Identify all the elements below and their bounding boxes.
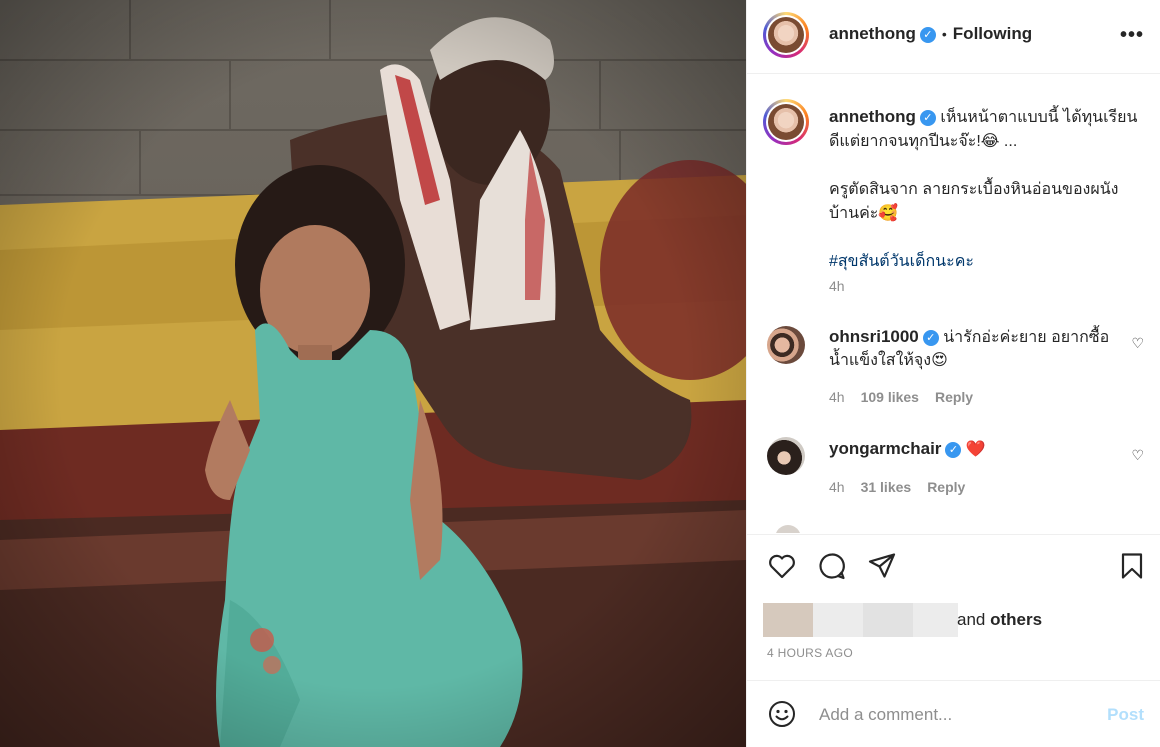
blurred-avatar: [863, 603, 913, 637]
comment-body-line2: น้ำแข็งใสให้จุง😍: [829, 352, 948, 369]
post-comment-button[interactable]: Post: [1107, 705, 1144, 725]
comment-meta: 4h 109 likes Reply: [829, 389, 989, 405]
separator-dot: •: [941, 26, 947, 42]
liked-by-text: and others: [957, 610, 1042, 630]
verified-badge-icon: ✓: [919, 109, 936, 126]
comment-text: ohnsri1000 ✓ น่ารักอ่ะค่ะยาย อยากซื้อ น้ำ…: [829, 325, 1119, 372]
like-comment-heart-icon[interactable]: ♡: [1131, 335, 1144, 352]
blurred-avatar: [763, 603, 813, 637]
comment-time[interactable]: 4h: [829, 389, 845, 405]
commenter-avatar[interactable]: [775, 525, 801, 533]
add-comment-bar: Post: [747, 680, 1160, 747]
post-photo-image: [0, 0, 746, 747]
caption-text-line2: ดีแต่ยากจนทุกปีนะจ๊ะ!😂 ...: [829, 133, 1018, 150]
post-photo[interactable]: [0, 0, 746, 747]
comment-icon[interactable]: [817, 551, 847, 581]
reply-button[interactable]: Reply: [935, 389, 973, 405]
post-header: annethong ✓ • Following •••: [747, 0, 1160, 74]
bookmark-icon[interactable]: [1117, 551, 1147, 581]
header-user-line: annethong ✓ • Following: [829, 24, 1032, 44]
comment-body-line1: ❤️: [965, 441, 986, 458]
caption-text-line4: บ้านค่ะ🥰: [829, 205, 899, 222]
caption-hashtag-link[interactable]: #สุขสันต์วันเด็กนะคะ: [829, 250, 1139, 274]
caption-username[interactable]: annethong: [829, 107, 916, 126]
comment-body-line1: น่ารักอ่ะค่ะยาย อยากซื้อ: [943, 329, 1110, 346]
avatar-image: [768, 104, 804, 140]
author-username[interactable]: annethong: [829, 24, 916, 43]
comment-input[interactable]: [817, 701, 1091, 729]
blurred-avatar: [813, 603, 863, 637]
post-actions: and others 4 HOURS AGO: [747, 534, 1160, 680]
caption-text-line1: เห็นหน้าตาแบบนี้ ได้ทุนเรียน: [940, 109, 1138, 126]
verified-badge-icon: ✓: [922, 329, 939, 346]
verified-badge-icon: ✓: [919, 26, 936, 43]
comment-time[interactable]: 4h: [829, 479, 845, 495]
author-avatar[interactable]: [763, 12, 809, 58]
share-icon[interactable]: [867, 551, 897, 581]
comment-likes[interactable]: 109 likes: [861, 389, 919, 405]
caption-author-avatar[interactable]: [763, 99, 809, 145]
verified-badge-icon: ✓: [945, 441, 962, 458]
commenter-username[interactable]: ohnsri1000: [829, 327, 919, 346]
commenter-avatar[interactable]: [767, 437, 805, 475]
others-link[interactable]: others: [990, 610, 1042, 629]
comments-scroll-area[interactable]: annethong ✓ เห็นหน้าตาแบบนี้ ได้ทุนเรียน …: [747, 75, 1160, 533]
reply-button[interactable]: Reply: [927, 479, 965, 495]
comment-meta: 4h 31 likes Reply: [829, 479, 981, 495]
and-text: and: [957, 610, 986, 629]
commenter-avatar[interactable]: [767, 326, 805, 364]
avatar-image: [768, 17, 804, 53]
comment-text: yongarmchair ✓ ❤️: [829, 437, 1119, 461]
caption-text-line3: ครูตัดสินจาก ลายกระเบื้องหินอ่อนของผนัง: [829, 181, 1119, 198]
more-options-icon[interactable]: •••: [1120, 24, 1144, 47]
post-caption: annethong ✓ เห็นหน้าตาแบบนี้ ได้ทุนเรียน …: [829, 105, 1139, 274]
comment-likes[interactable]: 31 likes: [861, 479, 912, 495]
heart-icon[interactable]: [767, 551, 797, 581]
post-timestamp[interactable]: 4 HOURS AGO: [767, 646, 853, 660]
following-button[interactable]: Following: [953, 24, 1032, 43]
commenter-username[interactable]: yongarmchair: [829, 439, 941, 458]
emoji-icon[interactable]: [767, 699, 797, 729]
blurred-avatar: [913, 603, 958, 637]
post-side-panel: annethong ✓ • Following ••• annethong ✓ เห็น…: [746, 0, 1160, 747]
like-comment-heart-icon[interactable]: ♡: [1131, 447, 1144, 464]
caption-time[interactable]: 4h: [829, 278, 845, 294]
